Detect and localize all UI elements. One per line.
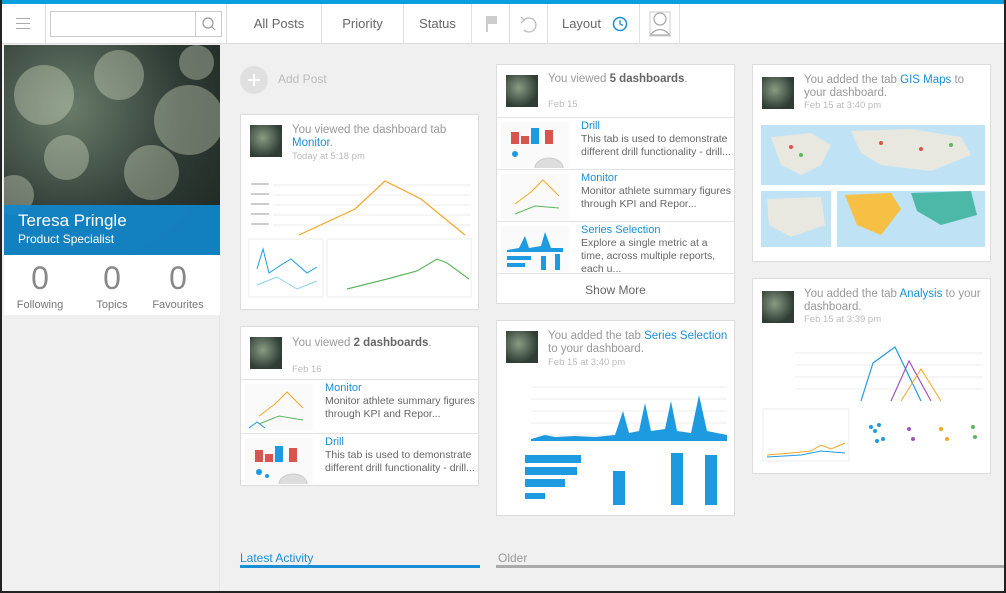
list-item-title[interactable]: Drill	[581, 120, 600, 132]
profile-role: Product Specialist	[18, 232, 115, 246]
tab-older-underline	[496, 565, 1004, 568]
activity-card-five-dashboards[interactable]: You viewed 5 dashboards. Feb 15 Drill Th…	[496, 64, 735, 304]
profile-name[interactable]: Teresa Pringle	[18, 211, 206, 231]
activity-card-two-dashboards[interactable]: You viewed 2 dashboards. Feb 16 Monitor …	[240, 326, 479, 486]
list-item-title[interactable]: Monitor	[325, 382, 362, 394]
show-more-row: Show More	[497, 273, 734, 305]
timestamp: Today at 5:18 pm	[292, 151, 365, 162]
stat-following[interactable]: 0 Following	[4, 259, 76, 311]
activity-card-series-selection[interactable]: You added the tab Series Selection to yo…	[496, 320, 735, 516]
timestamp: Feb 15 at 3:40 pm	[548, 357, 626, 368]
divider	[226, 4, 227, 44]
tab-link-monitor[interactable]: Monitor	[292, 137, 330, 149]
dashboard-thumbnail	[762, 346, 983, 462]
avatar	[506, 75, 538, 107]
layout-button[interactable]: Layout	[548, 4, 640, 44]
search-icon[interactable]	[195, 12, 221, 36]
left-panel-fill	[4, 315, 220, 591]
flag-icon[interactable]	[472, 4, 510, 44]
timestamp: Feb 15	[548, 99, 578, 110]
user-avatar-icon[interactable]	[640, 4, 680, 44]
tab-link-gis-maps[interactable]: GIS Maps	[900, 74, 951, 86]
activity-text: You viewed the dashboard tab Monitor.	[292, 124, 447, 149]
list-item[interactable]: Drill This tab is used to demonstrate di…	[497, 117, 734, 169]
avatar	[762, 77, 794, 109]
list-item-title[interactable]: Drill	[325, 436, 344, 448]
activity-text: You added the tab GIS Maps to your dashb…	[804, 74, 965, 99]
activity-text: You viewed 5 dashboards.	[548, 73, 688, 85]
stat-topics[interactable]: 0 Topics	[76, 259, 148, 311]
dashboard-thumbnail	[525, 386, 727, 505]
dashboard-thumbnail	[248, 180, 472, 298]
clock-icon	[612, 16, 628, 32]
list-item[interactable]: Monitor Monitor athlete summary figures …	[241, 379, 478, 433]
list-item-title[interactable]: Series Selection	[581, 224, 661, 236]
list-item-desc: This tab is used to demonstrate differen…	[581, 133, 731, 158]
list-item-desc: Monitor athlete summary figures through …	[325, 395, 475, 420]
undo-icon[interactable]	[510, 4, 548, 44]
list-item-title[interactable]: Monitor	[581, 172, 618, 184]
thumbnail	[501, 174, 569, 220]
thumbnail	[245, 438, 313, 484]
list-item[interactable]: Monitor Monitor athlete summary figures …	[497, 169, 734, 221]
activity-card-gis-maps[interactable]: You added the tab GIS Maps to your dashb…	[752, 64, 991, 262]
stat-favourites[interactable]: 0 Favourites	[142, 259, 214, 311]
search-input[interactable]	[51, 12, 191, 36]
tab-link-analysis[interactable]: Analysis	[900, 288, 943, 300]
activity-text: You added the tab Series Selection to yo…	[548, 330, 728, 355]
tab-latest-activity[interactable]: Latest Activity	[240, 551, 313, 565]
thumbnail	[501, 122, 569, 168]
list-item[interactable]: Series Selection Explore a single metric…	[497, 221, 734, 275]
show-more-button[interactable]: Show More	[497, 283, 734, 297]
search-box	[50, 11, 222, 37]
tab-older[interactable]: Older	[498, 551, 527, 565]
avatar	[762, 291, 794, 323]
tab-all-posts[interactable]: All Posts	[237, 4, 322, 44]
timestamp: Feb 16	[292, 364, 322, 375]
thumbnail	[501, 226, 569, 272]
menu-icon[interactable]	[2, 4, 46, 44]
tab-status[interactable]: Status	[404, 4, 472, 44]
timestamp: Feb 15 at 3:39 pm	[804, 314, 882, 325]
avatar	[506, 331, 538, 363]
app-frame: All Posts Priority Status Layout Teresa …	[0, 0, 1006, 593]
avatar	[250, 125, 282, 157]
list-item-desc: Explore a single metric at a time, acros…	[581, 237, 716, 275]
tab-latest-underline	[240, 565, 480, 568]
activity-card-monitor[interactable]: You viewed the dashboard tab Monitor. To…	[240, 114, 479, 310]
dashboard-thumbnail	[761, 125, 985, 247]
thumbnail	[245, 384, 313, 430]
activity-card-analysis[interactable]: You added the tab Analysis to your dashb…	[752, 278, 991, 474]
list-item-desc: Monitor athlete summary figures through …	[581, 185, 731, 210]
list-item[interactable]: Drill This tab is used to demonstrate di…	[241, 433, 478, 487]
add-post-icon[interactable]	[240, 66, 268, 94]
activity-text: You added the tab Analysis to your dashb…	[804, 288, 981, 313]
layout-label: Layout	[561, 16, 602, 31]
profile-panel: Teresa Pringle Product Specialist 0 Follo…	[4, 45, 220, 315]
list-item-desc: This tab is used to demonstrate differen…	[325, 449, 475, 474]
profile-namebar: Teresa Pringle Product Specialist	[4, 205, 220, 255]
tab-priority[interactable]: Priority	[322, 4, 404, 44]
activity-text: You viewed 2 dashboards.	[292, 337, 432, 349]
add-post-label[interactable]: Add Post	[278, 72, 327, 86]
timestamp: Feb 15 at 3:40 pm	[804, 100, 882, 111]
top-bar: All Posts Priority Status Layout	[2, 4, 1004, 44]
avatar	[250, 337, 282, 369]
tab-link-series-selection[interactable]: Series Selection	[644, 330, 727, 342]
